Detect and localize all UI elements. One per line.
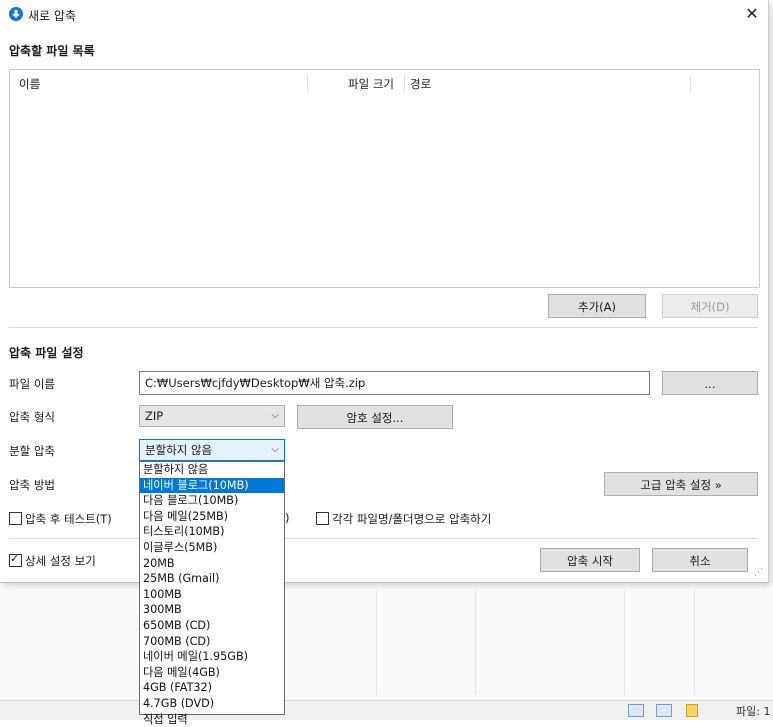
split-option[interactable]: 티스토리(10MB) [140,524,284,540]
format-label: 압축 형식 [9,409,55,425]
remove-button[interactable]: 제거(D) [662,294,758,318]
filename-label: 파일 이름 [9,376,55,392]
split-option[interactable]: 650MB (CD) [140,618,284,634]
add-button[interactable]: 추가(A) [548,294,646,318]
section-divider [9,538,758,539]
advanced-settings-button[interactable]: 고급 압축 설정 » [604,472,758,496]
bg-column-divider [624,590,625,695]
column-separator[interactable] [307,74,308,92]
split-option[interactable]: 20MB [140,556,284,572]
hidden-option-fragment: ) [285,511,290,525]
checkbox-box[interactable] [316,512,329,525]
split-option[interactable]: 분할하지 않음 [140,462,284,478]
split-options-dropdown[interactable]: 분할하지 않음네이버 블로그(10MB)다음 블로그(10MB)다음 메일(25… [139,461,285,715]
split-option[interactable]: 4.7GB (DVD) [140,696,284,712]
split-option[interactable]: 네이버 메일(1.95GB) [140,649,284,665]
split-option[interactable]: 다음 메일(4GB) [140,665,284,681]
split-option[interactable]: 이글루스(5MB) [140,540,284,556]
split-option[interactable]: 25MB (Gmail) [140,571,284,587]
split-option[interactable]: 네이버 블로그(10MB) [140,478,284,494]
bg-column-divider [694,590,695,695]
window-title: 새로 압축 [28,7,76,24]
test-after-checkbox[interactable]: 압축 후 테스트(T) [9,511,112,527]
split-option[interactable]: 다음 메일(25MB) [140,509,284,525]
bg-column-divider [475,590,476,695]
column-separator[interactable] [404,74,405,92]
split-option[interactable]: 100MB [140,587,284,603]
format-select-value: ZIP [145,409,163,423]
split-select-value: 분할하지 않음 [145,443,212,457]
show-details-checkbox[interactable]: 상세 설정 보기 [9,553,96,569]
each-file-checkbox[interactable]: 각각 파일명/폴더명으로 압축하기 [316,511,491,527]
format-select[interactable]: ZIP ⌵ [139,405,285,427]
checkbox-box[interactable] [9,554,22,567]
chevron-down-icon: ⌵ [271,440,279,460]
start-compress-button[interactable]: 압축 시작 [540,548,640,572]
column-header-name[interactable]: 이름 [19,76,40,92]
test-after-label: 압축 후 테스트(T) [25,512,112,526]
split-option[interactable]: 4GB (FAT32) [140,680,284,696]
password-button[interactable]: 암호 설정... [297,405,453,429]
title-bar: 새로 압축 ✕ [0,0,768,28]
cancel-button[interactable]: 취소 [652,548,748,572]
file-list-heading: 압축할 파일 목록 [9,42,95,59]
filename-input[interactable]: C:₩Users₩cjfdy₩Desktop₩새 압축.zip [139,371,650,395]
each-file-label: 각각 파일명/폴더명으로 압축하기 [332,512,491,526]
close-button[interactable]: ✕ [738,2,766,26]
app-logo-icon [9,7,23,21]
details-view-icon[interactable] [628,704,644,717]
method-label: 압축 방법 [9,477,55,493]
column-separator[interactable] [690,74,691,92]
settings-heading: 압축 파일 설정 [9,344,84,361]
split-option[interactable]: 300MB [140,602,284,618]
split-option[interactable]: 직접 입력 [140,712,284,727]
new-archive-dialog: 새로 압축 ✕ 압축할 파일 목록 이름 파일 크기 경로 추가(A) 제거(D… [0,0,769,583]
resize-grip-icon[interactable]: ⋰ [754,568,762,578]
checkbox-box[interactable] [9,512,22,525]
chevron-down-icon: ⌵ [271,406,279,426]
split-option[interactable]: 다음 블로그(10MB) [140,493,284,509]
split-label: 분할 압축 [9,443,55,459]
section-divider [9,327,758,328]
split-option[interactable]: 700MB (CD) [140,634,284,650]
list-view-icon[interactable] [656,704,672,717]
file-list-table[interactable]: 이름 파일 크기 경로 [9,69,760,288]
bg-status-file-count: 파일: 1 [736,703,770,719]
column-header-path[interactable]: 경로 [410,76,431,92]
column-header-size[interactable]: 파일 크기 [348,76,394,92]
bg-column-divider [376,590,377,695]
folder-icon[interactable] [686,704,698,717]
split-select[interactable]: 분할하지 않음 ⌵ [139,439,285,461]
show-details-label: 상세 설정 보기 [25,554,96,568]
browse-button[interactable]: ... [662,371,758,395]
